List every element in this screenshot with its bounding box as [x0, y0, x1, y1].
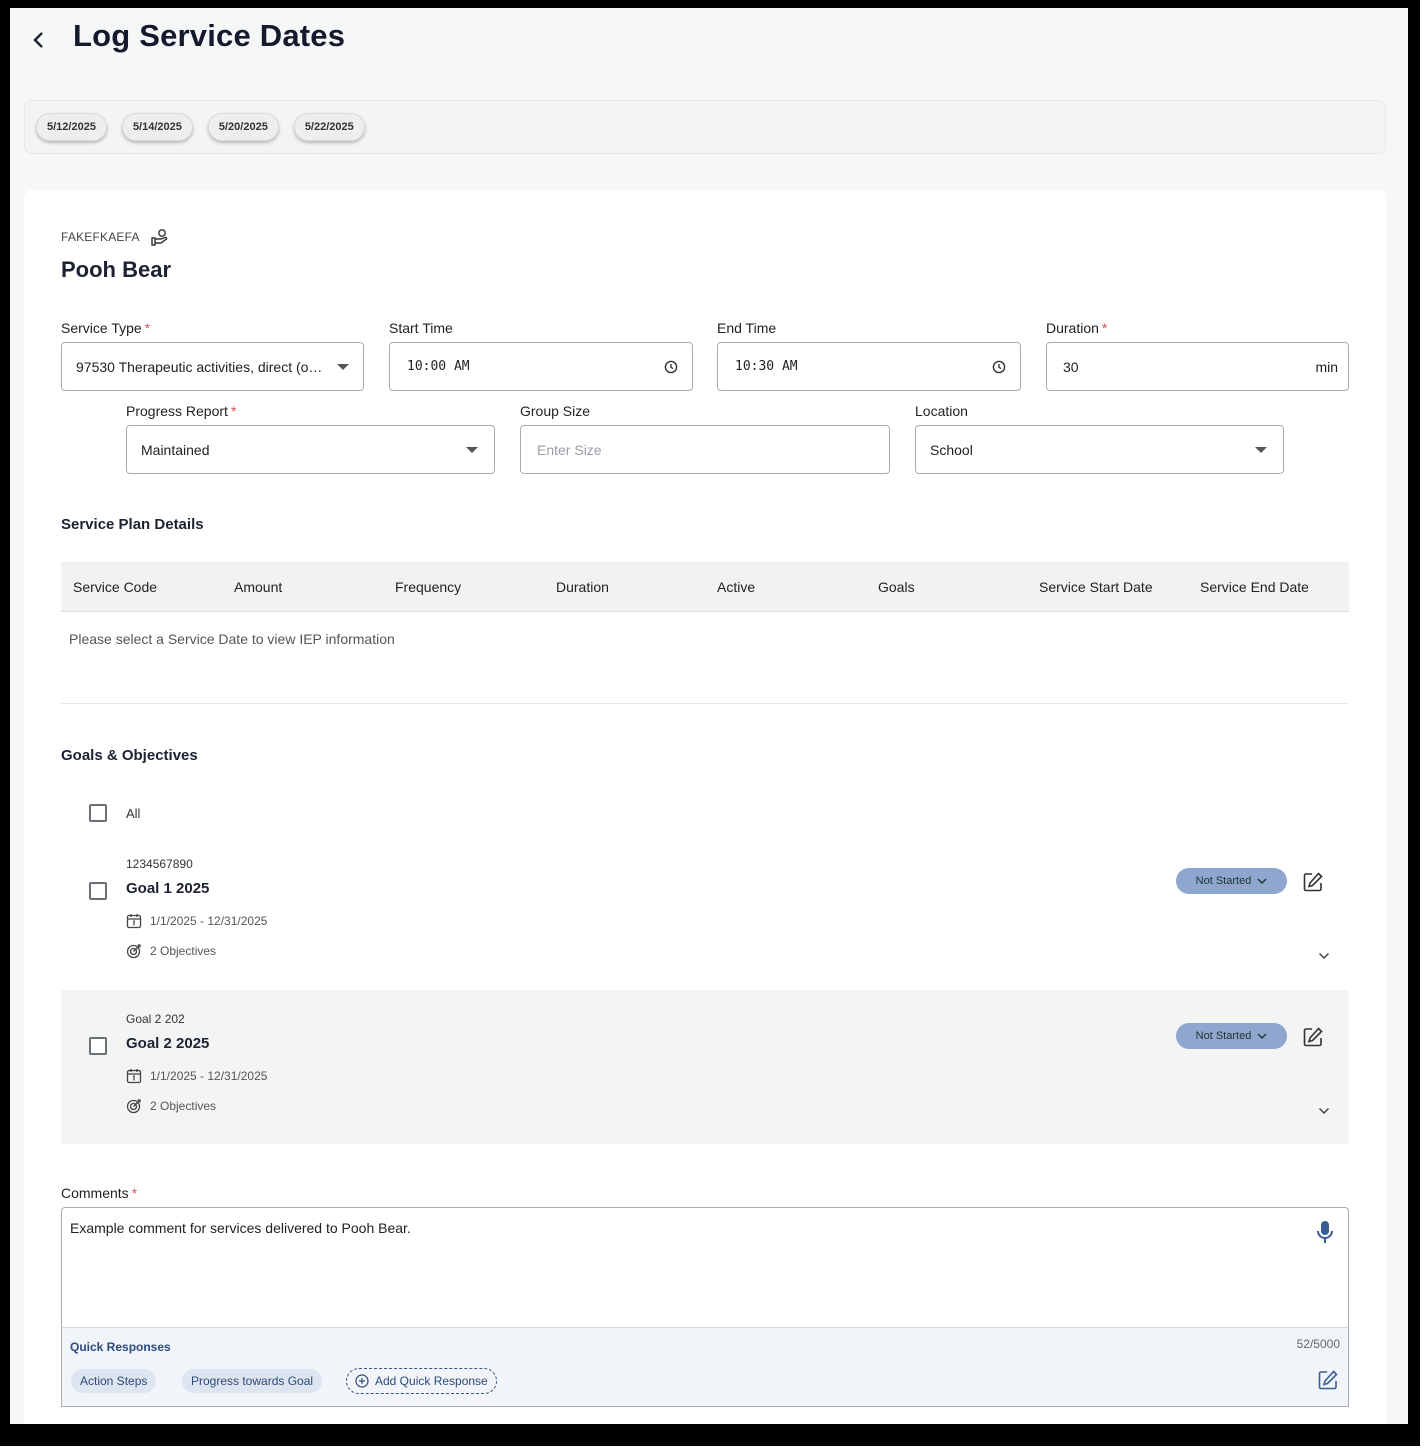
start-time-label: Start Time	[389, 320, 453, 336]
goals-title: Goals & Objectives	[61, 747, 198, 764]
edit-icon[interactable]	[1302, 871, 1324, 898]
comments-label: Comments *	[61, 1185, 138, 1201]
service-plan-title: Service Plan Details	[61, 516, 204, 533]
goal-title: Goal 1 2025	[126, 880, 210, 897]
goal-dates: 1/1/2025 - 12/31/2025	[126, 1068, 267, 1084]
column-header: Service End Date	[1200, 578, 1309, 595]
dropdown-arrow-icon	[466, 446, 478, 453]
edit-quick-responses-icon[interactable]	[1317, 1369, 1339, 1396]
service-type-label: Service Type *	[61, 320, 151, 336]
quick-responses-title: Quick Responses	[70, 1340, 171, 1354]
date-chip[interactable]: 5/22/2025	[293, 113, 365, 141]
date-chip[interactable]: 5/14/2025	[121, 113, 193, 141]
end-time-input[interactable]: 10:30 AM	[717, 342, 1021, 391]
location-value: School	[930, 441, 973, 458]
service-date-bar: 5/12/2025 5/14/2025 5/20/2025 5/22/2025	[24, 100, 1386, 154]
student-id: FAKEFKAEFA	[61, 230, 140, 244]
column-header: Goals	[878, 578, 915, 595]
microphone-icon[interactable]	[1316, 1220, 1334, 1251]
quick-response-chip[interactable]: Action Steps	[71, 1369, 157, 1393]
column-header: Service Code	[73, 578, 158, 595]
column-header: Duration	[556, 578, 609, 595]
goal-checkbox[interactable]	[89, 882, 107, 900]
date-chip[interactable]: 5/20/2025	[207, 113, 279, 141]
column-header: Frequency	[395, 578, 462, 595]
location-select[interactable]: School	[915, 425, 1284, 474]
page: Log Service Dates 5/12/2025 5/14/2025 5/…	[10, 8, 1408, 1424]
calendar-icon	[126, 1069, 142, 1084]
add-quick-response-label: Add Quick Response	[375, 1374, 488, 1388]
service-plan-empty-message: Please select a Service Date to view IEP…	[69, 631, 395, 647]
goal-status-dropdown[interactable]: Not Started	[1176, 868, 1287, 894]
end-time-label: End Time	[717, 320, 777, 336]
service-log-card: FAKEFKAEFA Pooh Bear Service Type * Start…	[24, 190, 1386, 1424]
goal-status-dropdown[interactable]: Not Started	[1176, 1023, 1287, 1049]
location-label: Location	[915, 403, 968, 419]
goal-code: Goal 2 202	[126, 1012, 185, 1026]
student-name: Pooh Bear	[61, 257, 172, 282]
goal-date-range: 1/1/2025 - 12/31/2025	[150, 914, 268, 928]
divider	[61, 703, 1349, 704]
column-header: Active	[717, 578, 756, 595]
character-counter: 52/5000	[1296, 1337, 1340, 1351]
duration-input[interactable]: 30 min	[1046, 342, 1349, 391]
group-size-placeholder: Enter Size	[537, 441, 602, 458]
select-all-label: All	[126, 806, 141, 821]
service-type-select[interactable]: 97530 Therapeutic activities, direct (on…	[61, 342, 364, 391]
select-all-checkbox[interactable]	[89, 804, 107, 822]
goal-date-range: 1/1/2025 - 12/31/2025	[150, 1069, 268, 1083]
column-header: Service Start Date	[1039, 578, 1153, 595]
target-icon	[126, 944, 141, 959]
duration-value: 30	[1063, 358, 1079, 375]
duration-label: Duration *	[1046, 320, 1108, 336]
service-plan-table-header: Service Code Amount Frequency Duration A…	[61, 562, 1349, 612]
goal-objectives-count: 2 Objectives	[150, 944, 217, 958]
hand-heart-icon	[150, 228, 170, 246]
dropdown-arrow-icon	[337, 363, 349, 370]
goal-objectives: 2 Objectives	[126, 1098, 216, 1114]
chevron-down-icon	[1257, 878, 1267, 884]
chevron-down-icon[interactable]	[1318, 1102, 1330, 1120]
goal-row: Goal 2 202 Goal 2 2025 1/1/2025 - 12/31/…	[61, 990, 1349, 1144]
progress-report-select[interactable]: Maintained	[126, 425, 495, 474]
goal-objectives: 2 Objectives	[126, 943, 216, 959]
goal-objectives-count: 2 Objectives	[150, 1099, 217, 1113]
plus-circle-icon	[355, 1374, 369, 1388]
target-icon	[126, 1099, 141, 1114]
duration-unit: min	[1315, 358, 1338, 375]
comments-text: Example comment for services delivered t…	[70, 1220, 411, 1236]
goal-status-label: Not Started	[1195, 875, 1252, 887]
column-header: Amount	[234, 578, 283, 595]
end-time-value: 10:30 AM	[735, 359, 798, 374]
back-icon[interactable]	[28, 24, 50, 56]
goal-checkbox[interactable]	[89, 1037, 107, 1055]
date-chip[interactable]: 5/12/2025	[36, 113, 107, 141]
chevron-down-icon[interactable]	[1318, 947, 1330, 965]
calendar-icon	[126, 914, 142, 929]
chevron-down-icon	[1257, 1033, 1267, 1039]
group-size-label: Group Size	[520, 403, 591, 419]
start-time-value: 10:00 AM	[407, 359, 470, 374]
add-quick-response-button[interactable]: Add Quick Response	[346, 1368, 497, 1394]
clock-icon[interactable]	[664, 360, 678, 374]
goal-title: Goal 2 2025	[126, 1035, 210, 1052]
group-size-input[interactable]: Enter Size	[520, 425, 890, 474]
progress-report-label: Progress Report *	[126, 403, 237, 419]
goal-row: 1234567890 Goal 1 2025 1/1/2025 - 12/31/…	[61, 835, 1349, 989]
goal-dates: 1/1/2025 - 12/31/2025	[126, 913, 267, 929]
start-time-input[interactable]: 10:00 AM	[389, 342, 693, 391]
goal-status-label: Not Started	[1195, 1030, 1252, 1042]
quick-response-chip[interactable]: Progress towards Goal	[182, 1369, 323, 1393]
quick-responses-panel: Quick Responses 52/5000 Action Steps Pro…	[61, 1327, 1349, 1407]
clock-icon[interactable]	[992, 360, 1006, 374]
progress-report-value: Maintained	[141, 441, 210, 458]
comments-textarea[interactable]: Example comment for services delivered t…	[61, 1207, 1349, 1328]
goal-code: 1234567890	[126, 857, 193, 871]
edit-icon[interactable]	[1302, 1026, 1324, 1053]
service-type-value: 97530 Therapeutic activities, direct (on…	[76, 358, 329, 375]
page-title: Log Service Dates	[73, 18, 346, 53]
dropdown-arrow-icon	[1255, 446, 1267, 453]
